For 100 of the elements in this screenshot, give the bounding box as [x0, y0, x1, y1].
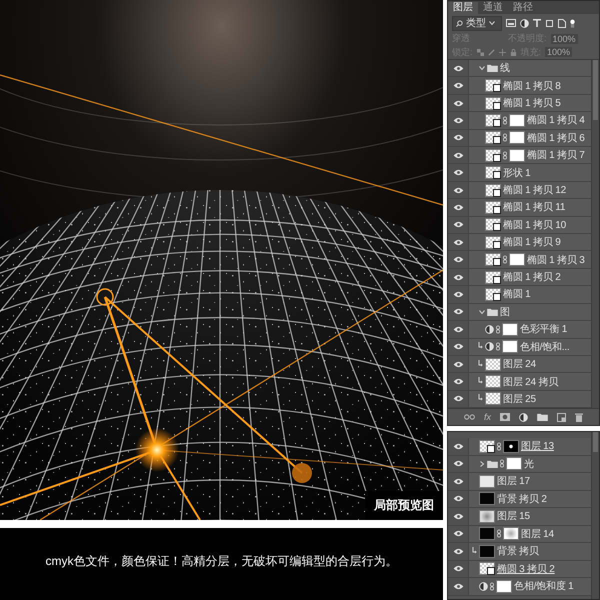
image-icon[interactable] — [506, 19, 516, 27]
layer-name: 图层 24 拷贝 — [503, 376, 558, 389]
eye-icon[interactable] — [452, 495, 464, 502]
layer-row[interactable]: 椭圆 1 — [448, 286, 591, 304]
layer-row[interactable]: 图 — [448, 304, 591, 322]
mask-thumbnail — [496, 580, 512, 593]
eye-icon[interactable] — [452, 204, 464, 211]
new-layer-icon[interactable] — [557, 412, 566, 422]
mask-thumbnail — [503, 527, 519, 540]
layer-row[interactable]: 椭圆 1 拷贝 5 — [448, 94, 591, 112]
eye-icon[interactable] — [452, 152, 464, 159]
eye-icon[interactable] — [452, 582, 464, 590]
layer-row[interactable]: 图层 13 — [448, 438, 591, 456]
layer-row[interactable]: 图层 24 拷贝 — [448, 373, 591, 391]
eye-icon[interactable] — [452, 116, 464, 124]
eye-icon[interactable] — [452, 186, 464, 194]
eye-icon[interactable] — [452, 82, 464, 90]
chevron-icon[interactable] — [479, 308, 485, 315]
layer-name: 背景 拷贝 — [497, 544, 539, 558]
scrollbar[interactable] — [591, 60, 599, 408]
type-icon[interactable] — [533, 19, 541, 27]
scrollbar[interactable] — [591, 432, 599, 599]
layer-row[interactable]: 椭圆 1 拷贝 6 — [448, 130, 591, 148]
mask-thumbnail — [509, 114, 525, 127]
layer-thumbnail — [485, 148, 501, 162]
preview-label: 局部预览图 — [365, 491, 443, 520]
opacity-field[interactable]: 100% — [550, 34, 578, 44]
layer-row[interactable]: 背景 拷贝 — [448, 543, 591, 560]
eye-icon[interactable] — [452, 274, 464, 281]
smart-object-icon[interactable] — [558, 18, 566, 28]
layer-row[interactable]: 形状 1 — [448, 164, 591, 182]
layer-row[interactable]: 线 — [448, 60, 591, 78]
chevron-icon[interactable] — [479, 460, 485, 467]
layer-row[interactable]: 椭圆 1 拷贝 7 — [448, 147, 591, 164]
eye-icon[interactable] — [452, 238, 464, 246]
eye-icon[interactable] — [452, 100, 464, 107]
eye-icon[interactable] — [452, 64, 464, 72]
filter-dropdown[interactable]: 类型 — [452, 16, 502, 30]
layer-name: 椭圆 1 拷贝 9 — [503, 236, 561, 250]
chevron-icon[interactable] — [479, 65, 485, 72]
layer-row[interactable]: 椭圆 1 拷贝 4 — [448, 112, 591, 130]
mask-icon[interactable] — [500, 413, 510, 421]
layer-name: 图层 24 — [503, 358, 536, 372]
layer-row[interactable]: 椭圆 1 拷贝 9 — [448, 234, 591, 252]
eye-icon[interactable] — [452, 530, 464, 538]
layer-row[interactable]: 图层 15 — [448, 508, 591, 526]
shape-icon[interactable] — [545, 18, 554, 28]
layer-row[interactable]: 色相/饱和... — [448, 338, 591, 356]
layer-thumbnail — [485, 375, 501, 388]
layer-row[interactable]: 图层 14 — [448, 526, 591, 543]
eye-icon[interactable] — [452, 378, 464, 386]
eye-icon[interactable] — [452, 308, 464, 316]
layer-row[interactable]: 光 — [448, 456, 591, 473]
layer-thumbnail — [485, 218, 501, 232]
layer-thumbnail — [485, 270, 501, 284]
eye-icon[interactable] — [452, 565, 464, 572]
layer-row[interactable]: 色相/饱和度 1 — [448, 578, 591, 596]
link-icon — [496, 324, 500, 334]
eye-icon[interactable] — [452, 548, 464, 555]
link-icon[interactable] — [464, 414, 475, 420]
layer-row[interactable]: 椭圆 1 拷贝 8 — [448, 77, 591, 95]
toggle-icon[interactable] — [570, 18, 575, 28]
eye-icon[interactable] — [452, 221, 464, 228]
eye-icon[interactable] — [452, 134, 464, 142]
search-icon — [456, 20, 463, 26]
layer-row[interactable]: 图层 17 — [448, 473, 591, 490]
eye-icon[interactable] — [452, 256, 464, 264]
eye-icon[interactable] — [452, 343, 464, 350]
effects-button[interactable]: fx — [484, 412, 491, 422]
eye-icon[interactable] — [452, 169, 464, 176]
folder-icon — [537, 413, 548, 421]
layer-row[interactable]: 图层 25 — [448, 390, 591, 408]
chevron-icon[interactable] — [489, 20, 495, 26]
fill-field[interactable]: 100% — [545, 47, 572, 57]
eye-icon[interactable] — [452, 460, 464, 468]
clip-icon — [478, 360, 483, 367]
layer-row[interactable]: 椭圆 1 拷贝 10 — [448, 216, 591, 234]
eye-icon[interactable] — [452, 326, 464, 333]
layer-row[interactable]: 色彩平衡 1 — [448, 321, 591, 338]
layer-row[interactable]: 图层 24 — [448, 356, 591, 374]
layer-thumbnail — [485, 79, 501, 92]
layer-name: 椭圆 1 拷贝 12 — [503, 184, 566, 198]
eye-icon[interactable] — [452, 442, 464, 450]
eye-icon[interactable] — [452, 478, 464, 485]
layer-row[interactable]: 椭圆 3 拷贝 2 — [448, 560, 591, 578]
layer-row[interactable]: 椭圆 1 拷贝 2 — [448, 268, 591, 286]
eye-icon[interactable] — [452, 290, 464, 298]
checker-icon[interactable] — [476, 48, 484, 56]
layer-row[interactable]: 椭圆 1 拷贝 12 — [448, 182, 591, 200]
layer-row[interactable]: 椭圆 1 拷贝 11 — [448, 199, 591, 217]
eye-icon[interactable] — [452, 360, 464, 368]
mask-thumbnail — [502, 322, 518, 336]
layer-row[interactable]: 椭圆 1 拷贝 3 — [448, 251, 591, 269]
eye-icon[interactable] — [452, 512, 464, 520]
panel-tab[interactable]: 图层 — [448, 2, 478, 14]
eye-icon[interactable] — [452, 395, 464, 402]
layer-row[interactable]: 背景 拷贝 2 — [448, 490, 591, 508]
trash-icon[interactable] — [575, 412, 583, 422]
link-icon — [497, 442, 501, 451]
link-icon — [503, 133, 507, 142]
